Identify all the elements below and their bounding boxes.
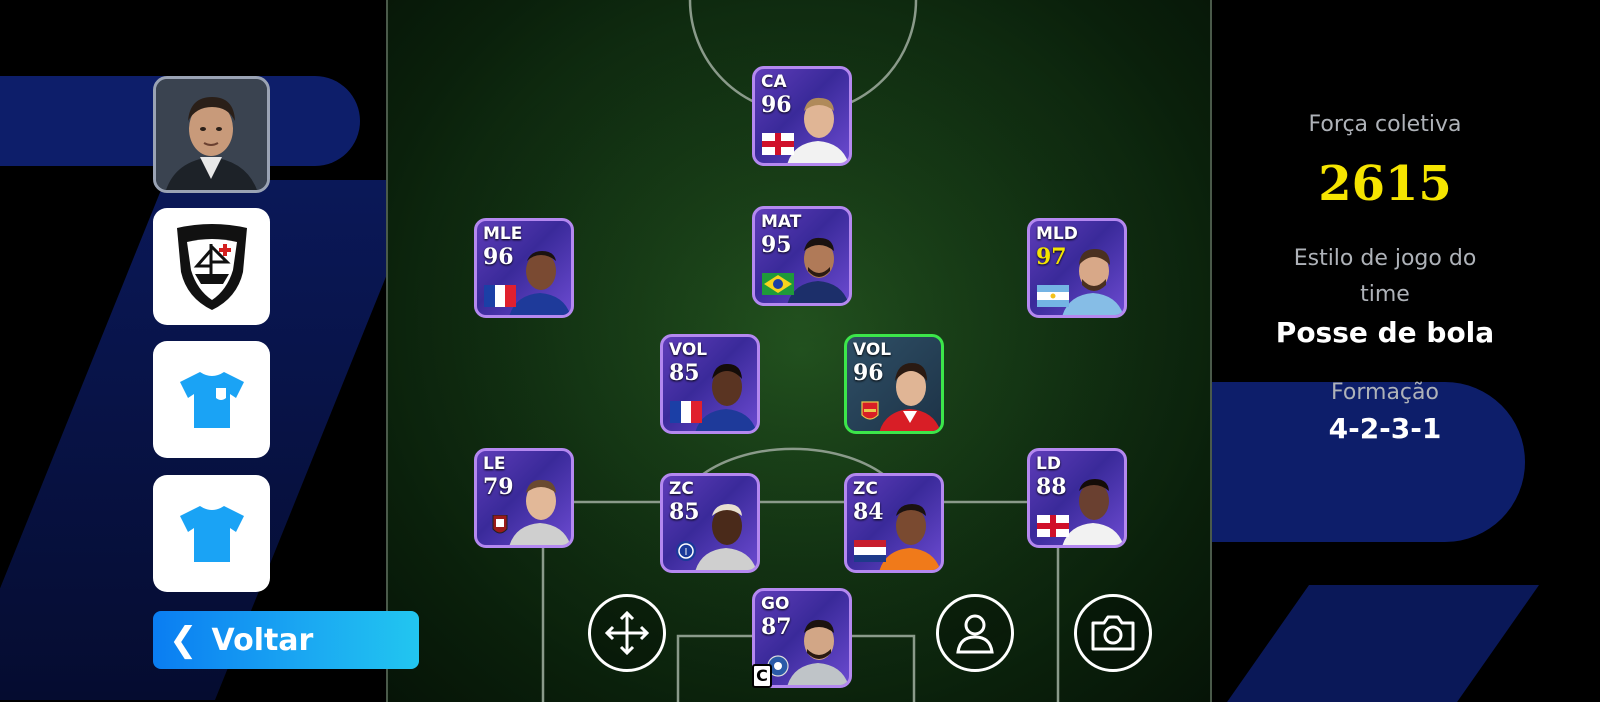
player-position: VOL: [853, 340, 892, 360]
screenshot-button[interactable]: [1074, 594, 1152, 672]
coach-avatar-button[interactable]: [153, 76, 270, 193]
player-position: MAT: [761, 212, 802, 232]
player-card-le[interactable]: LE 79: [474, 448, 574, 548]
home-kit-button[interactable]: [153, 341, 270, 458]
player-rating: 96: [483, 244, 514, 270]
player-rating: 95: [761, 232, 792, 258]
player-position: MLD: [1036, 224, 1078, 244]
back-button[interactable]: ❮ Voltar: [153, 611, 419, 669]
brazil-flag-icon: [762, 273, 794, 295]
chevron-left-icon: ❮: [169, 620, 198, 660]
player-card-mle[interactable]: MLE 96: [474, 218, 574, 318]
club-crest-icon: [492, 515, 508, 534]
play-style-label-line2: time: [1360, 282, 1410, 307]
inter-crest-icon: I: [676, 541, 696, 561]
england-flag-icon: [1037, 515, 1069, 537]
netherlands-flag-icon: [854, 540, 886, 562]
player-position: LE: [483, 454, 506, 474]
argentina-flag-icon: [1037, 285, 1069, 307]
player-position: GO: [761, 594, 790, 614]
away-kit-button[interactable]: [153, 475, 270, 592]
formation-value: 4-2-3-1: [1328, 412, 1442, 445]
shirt-icon: [179, 371, 244, 428]
player-position: LD: [1036, 454, 1061, 474]
camera-icon: [1091, 615, 1135, 651]
move-arrows-icon: [605, 611, 649, 655]
captain-badge: C: [752, 664, 772, 688]
player-card-vol[interactable]: VOL 96: [844, 334, 944, 434]
arsenal-crest-icon: [861, 401, 879, 420]
shirt-icon: [179, 505, 244, 562]
play-style-value: Posse de bola: [1275, 316, 1495, 349]
player-rating: 84: [853, 499, 884, 525]
formation-label: Formação: [1331, 380, 1439, 405]
player-card-mld[interactable]: MLD 97: [1027, 218, 1127, 318]
france-flag-icon: [484, 285, 516, 307]
player-rating: 96: [761, 92, 792, 118]
player-rating: 85: [669, 499, 700, 525]
coach-portrait: [156, 79, 267, 190]
player-card-zc[interactable]: ZC 84: [844, 473, 944, 573]
player-rating: 85: [669, 360, 700, 386]
player-rating: 97: [1036, 244, 1067, 270]
player-card-mat[interactable]: MAT 95: [752, 206, 852, 306]
player-rating: 88: [1036, 474, 1067, 500]
player-card-zc[interactable]: ZC 85 I: [660, 473, 760, 573]
player-rating: 79: [483, 474, 514, 500]
player-rating: 87: [761, 614, 792, 640]
england-flag-icon: [762, 133, 794, 155]
background-stripe: [1210, 585, 1540, 702]
player-position: VOL: [669, 340, 708, 360]
player-card-vol[interactable]: VOL 85: [660, 334, 760, 434]
team-emblem-button[interactable]: [153, 208, 270, 325]
player-card-ca[interactable]: CA 96: [752, 66, 852, 166]
player-profile-button[interactable]: [936, 594, 1014, 672]
background-stripe: [1195, 382, 1525, 542]
france-flag-icon: [670, 401, 702, 423]
player-rating: 96: [853, 360, 884, 386]
svg-text:I: I: [685, 547, 688, 558]
player-position: ZC: [853, 479, 878, 499]
player-position: CA: [761, 72, 787, 92]
person-icon: [956, 614, 994, 654]
play-style-label-line1: Estilo de jogo do: [1293, 246, 1477, 271]
club-crest-icon: [176, 223, 247, 310]
player-position: ZC: [669, 479, 694, 499]
team-strength-label: Força coletiva: [1308, 112, 1462, 137]
move-players-button[interactable]: [588, 594, 666, 672]
back-button-label: Voltar: [211, 622, 314, 658]
player-card-ld[interactable]: LD 88: [1027, 448, 1127, 548]
player-position: MLE: [483, 224, 523, 244]
team-strength-value: 2615: [1318, 156, 1452, 212]
